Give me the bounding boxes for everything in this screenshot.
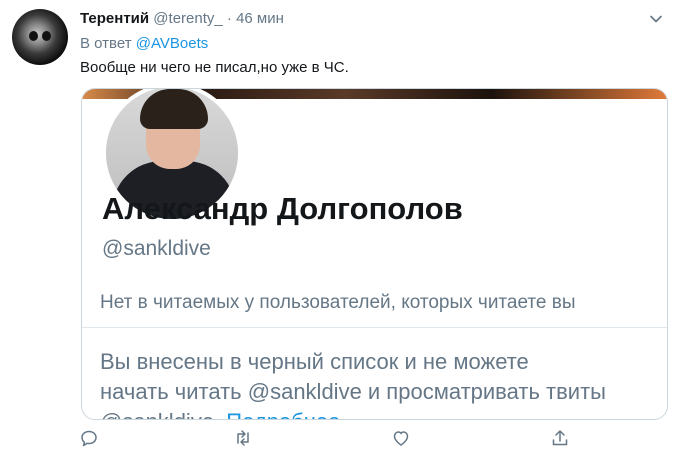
follow-context-text: Нет в читаемых у пользователей, которых … [100,292,576,313]
embedded-screenshot-card[interactable]: Александр Долгополов @sankldive Нет в чи… [81,88,668,420]
tweet-text: Вообще ни чего не писал,но уже в ЧС. [80,59,349,76]
profile-screen-name: @sankldive [102,237,211,260]
blocked-line-3: @sankldive. Подробнее [100,407,650,419]
reply-prefix: В ответ [80,35,132,52]
reply-icon[interactable] [79,428,99,448]
blocked-handle: @sankldive. [100,409,220,419]
tweet-actions [0,428,680,452]
tweet-header: Терентий @terenty_ · 46 мин [80,10,284,27]
author-handle[interactable]: @terenty_ [153,10,222,27]
chevron-down-icon[interactable] [648,11,664,27]
blocked-line-2: начать читать @sankldive и просматривать… [100,379,606,404]
blocked-message: Вы внесены в черный список и не можете н… [100,347,650,419]
blocked-line-1: Вы внесены в черный список и не можете [100,349,529,374]
reply-context: В ответ @AVBoets [80,35,208,52]
retweet-icon[interactable] [233,428,253,448]
share-icon[interactable] [550,428,570,448]
card-divider [82,327,667,328]
reply-mention-link[interactable]: @AVBoets [136,35,208,52]
avatar-skull-eye-right [42,31,51,41]
author-avatar[interactable] [12,9,68,65]
header-separator: · [226,10,232,27]
author-name[interactable]: Терентий [80,10,149,27]
avatar-skull-eye-left [29,31,38,41]
learn-more-link: Подробнее [226,409,340,419]
heart-icon[interactable] [391,428,411,448]
profile-full-name: Александр Долгополов [102,191,463,226]
tweet-timestamp[interactable]: 46 мин [236,10,284,27]
